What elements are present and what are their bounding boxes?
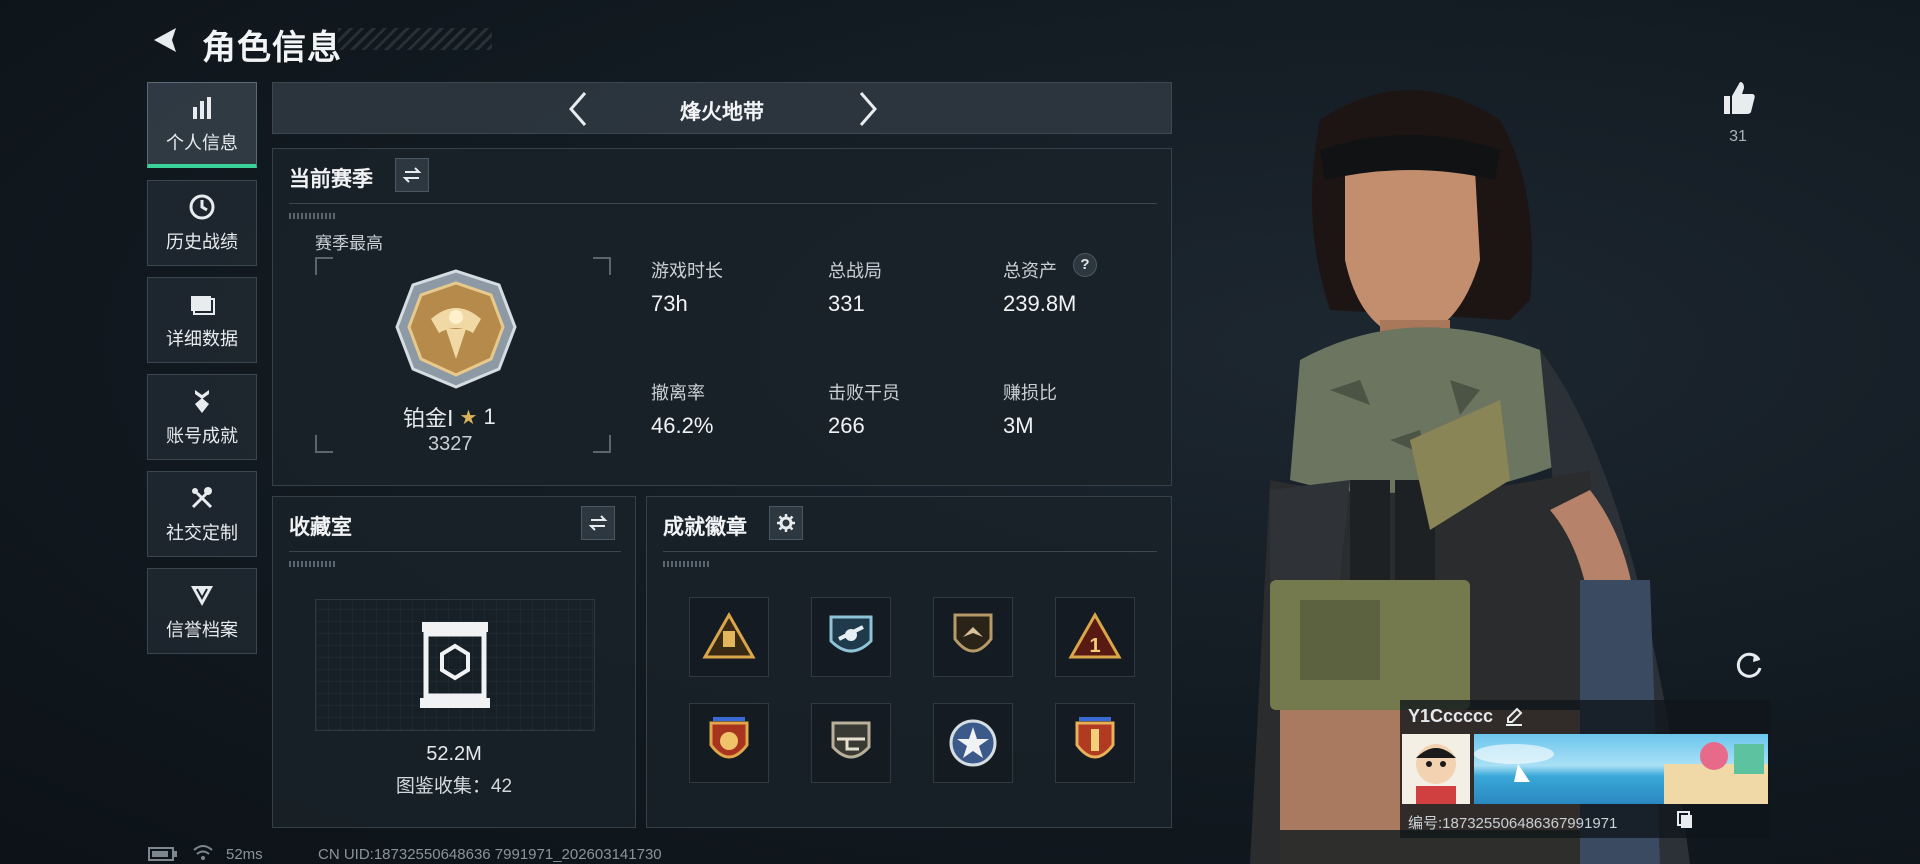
stat-label: 总战局: [828, 261, 882, 281]
mode-title: 烽火地带: [680, 101, 764, 124]
shield-icon: [191, 586, 213, 606]
achievements-title: 成就徽章: [663, 516, 747, 539]
frame-corner: [315, 257, 333, 275]
nav-label: 信誉档案: [166, 620, 238, 640]
badge-number-icon[interactable]: 1: [1055, 597, 1135, 677]
collection-count: 图鉴收集：42: [395, 776, 513, 797]
divider: [289, 203, 1157, 204]
achievements-panel: 成就徽章 1: [646, 496, 1172, 828]
achievements-settings-button[interactable]: [769, 506, 803, 540]
avatar-image: [1416, 744, 1456, 804]
profile-banner[interactable]: [1474, 734, 1768, 804]
nav-item-details[interactable]: 详细数据: [147, 277, 257, 363]
collection-switch-button[interactable]: [581, 506, 615, 540]
svg-text:1: 1: [1089, 635, 1100, 657]
badge-helicopter-icon[interactable]: [811, 703, 891, 783]
nav-label: 账号成就: [166, 426, 238, 446]
battery-icon: [148, 847, 177, 861]
stat-label: 总资产: [1003, 261, 1057, 281]
frame-corner: [593, 257, 611, 275]
stat-value: 266: [828, 413, 865, 438]
badge-crest-icon[interactable]: [689, 703, 769, 783]
frame-corner: [315, 435, 333, 453]
nav-item-personal-info[interactable]: 个人信息: [147, 82, 257, 168]
badge-star-icon[interactable]: [933, 703, 1013, 783]
season-best-label: 赛季最高: [315, 234, 383, 253]
player-id: 编号:1873255064863679919​71: [1408, 815, 1618, 832]
rank-label: 铂金Ⅰ ★ 1: [403, 401, 496, 433]
avatar[interactable]: [1402, 734, 1470, 804]
help-icon[interactable]: ?: [1073, 253, 1097, 277]
swap-icon: [402, 167, 422, 183]
nav-item-social[interactable]: 社交定制: [147, 471, 257, 557]
collection-preview[interactable]: [315, 599, 595, 731]
stat-value: 3M: [1003, 413, 1034, 438]
bar-chart-icon: [193, 96, 211, 119]
vault-icon: [420, 622, 490, 708]
edit-icon[interactable]: [1504, 706, 1524, 726]
rank-score: 3327: [428, 433, 473, 455]
nav-item-reputation[interactable]: 信誉档案: [147, 568, 257, 654]
title-decoration: [338, 28, 492, 50]
nav-label: 个人信息: [166, 132, 238, 153]
nav-item-achievements[interactable]: 账号成就: [147, 374, 257, 460]
mode-selector: 烽火地带: [272, 82, 1172, 134]
rank-stars: 1: [483, 404, 496, 429]
decoration: [289, 561, 335, 567]
stat-value: 331: [828, 291, 865, 316]
gear-icon: [777, 514, 795, 532]
stat-label: 游戏时长: [651, 261, 723, 281]
stat-value: 46.2%: [651, 413, 714, 438]
stat-label: 击败干员: [828, 383, 900, 403]
stat-value: 73h: [651, 291, 688, 316]
stat-label: 撤离率: [651, 383, 705, 403]
badge-wing-icon[interactable]: [811, 597, 891, 677]
beach-banner-image: [1474, 742, 1768, 804]
frame-corner: [593, 435, 611, 453]
rotate-icon[interactable]: [1732, 648, 1766, 682]
page-title: 角色信息: [202, 29, 342, 67]
nav-label: 详细数据: [166, 329, 238, 349]
season-panel: 当前赛季 赛季最高 铂金Ⅰ ★ 1 3327 游戏时长 73h 总战局 331 …: [272, 148, 1172, 486]
like-count: 31: [1729, 128, 1747, 145]
collection-title: 收藏室: [289, 516, 352, 539]
tools-icon: [191, 487, 213, 509]
collection-value: 52.2M: [426, 743, 482, 765]
star-icon: ★: [459, 406, 478, 429]
clock-icon: [189, 194, 215, 220]
thumbs-up-icon[interactable]: [1718, 78, 1758, 118]
ping: 52ms: [226, 846, 263, 863]
stat-value: 239.8M: [1003, 291, 1077, 316]
copy-icon[interactable]: [1676, 810, 1694, 830]
player-name: Y1Cccccc: [1408, 706, 1494, 726]
stat-label: 赚损比: [1003, 383, 1057, 403]
rank-name: 铂金Ⅰ: [403, 406, 454, 431]
wifi-icon: [193, 845, 213, 860]
decoration: [289, 213, 335, 219]
season-title: 当前赛季: [289, 168, 373, 191]
badge-rocket-icon[interactable]: [1055, 703, 1135, 783]
decoration: [663, 561, 709, 567]
chevron-right-icon[interactable]: [853, 89, 883, 129]
platinum-rank-emblem-icon: [395, 269, 517, 389]
nav-item-history[interactable]: 历史战绩: [147, 180, 257, 266]
swap-icon: [588, 515, 608, 531]
badge-warning-icon[interactable]: [689, 597, 769, 677]
profile-card: Y1Cccccc 编号:1873255064863679919​71: [1400, 700, 1770, 838]
uid-text: CN UID:18732550648636 7991971_2026031417…: [318, 846, 662, 863]
divider: [663, 551, 1157, 552]
collection-panel: 收藏室 52.2M 图鉴收集：42: [272, 496, 636, 828]
divider: [289, 551, 621, 552]
nav-label: 社交定制: [166, 523, 238, 543]
medal-icon: [195, 390, 209, 413]
nav-label: 历史战绩: [166, 232, 238, 252]
badge-bird-icon[interactable]: [933, 597, 1013, 677]
back-arrow-icon[interactable]: [148, 22, 184, 58]
folder-icon: [191, 296, 215, 315]
season-switch-button[interactable]: [395, 158, 429, 192]
